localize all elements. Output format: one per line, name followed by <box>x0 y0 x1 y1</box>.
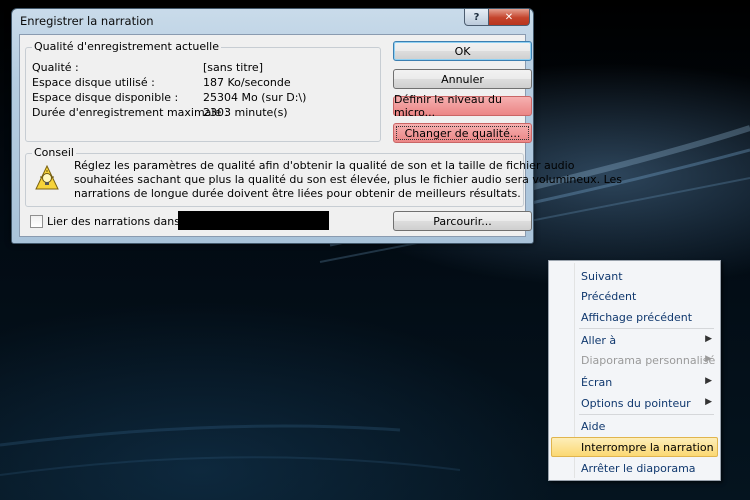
change-quality-button[interactable]: Changer de qualité... <box>393 123 532 143</box>
change-quality-label: Changer de qualité... <box>404 126 521 140</box>
link-narrations-checkbox[interactable] <box>30 215 43 228</box>
chevron-right-icon: ▶ <box>705 397 712 407</box>
dialog-title: Enregistrer la narration <box>20 14 154 28</box>
menu-item-end-show-label: Arrêter le diaporama <box>581 462 696 475</box>
menu-item-go-to-label: Aller à <box>581 334 617 347</box>
menu-separator <box>579 414 714 415</box>
quality-group-title: Qualité d'enregistrement actuelle <box>32 40 221 53</box>
tip-text-line1: Réglez les paramètres de qualité afin d'… <box>74 159 575 172</box>
menu-item-pointer-options[interactable]: Options du pointeur ▶ <box>551 393 718 413</box>
menu-item-next-label: Suivant <box>581 270 623 283</box>
menu-item-screen[interactable]: Écran ▶ <box>551 372 718 392</box>
browse-button[interactable]: Parcourir... <box>393 211 532 231</box>
set-mic-level-button[interactable]: Définir le niveau du micro... <box>393 93 532 119</box>
menu-item-end-show[interactable]: Arrêter le diaporama <box>551 458 718 478</box>
menu-item-pointer-options-label: Options du pointeur <box>581 397 691 410</box>
quality-group: Qualité d'enregistrement actuelle Qualit… <box>25 40 381 142</box>
chevron-right-icon: ▶ <box>705 334 712 344</box>
chevron-right-icon: ▶ <box>705 376 712 386</box>
record-narration-dialog: Enregistrer la narration ? ✕ Qualité d'e… <box>11 8 622 244</box>
lightbulb-icon <box>35 165 59 190</box>
quality-value: [sans titre] <box>203 61 263 74</box>
ok-button[interactable]: OK <box>393 41 532 61</box>
disk-used-label: Espace disque utilisé : <box>32 76 155 89</box>
menu-item-help-label: Aide <box>581 420 606 433</box>
menu-separator <box>579 328 714 329</box>
menu-item-previous[interactable]: Précédent <box>551 286 718 306</box>
disk-free-value: 25304 Mo (sur D:\) <box>203 91 307 104</box>
menu-item-go-to[interactable]: Aller à ▶ <box>551 330 718 350</box>
disk-used-value: 187 Ko/seconde <box>203 76 291 89</box>
menu-item-help[interactable]: Aide <box>551 416 718 436</box>
set-mic-level-label: Définir le niveau du micro... <box>394 93 503 119</box>
browse-button-label: Parcourir... <box>433 214 492 228</box>
link-narrations-label: Lier des narrations dans : <box>47 215 188 228</box>
menu-item-custom-show-label: Diaporama personnalisé <box>581 354 716 367</box>
menu-item-last-viewed[interactable]: Affichage précédent <box>551 307 718 327</box>
dialog-client-area: Qualité d'enregistrement actuelle Qualit… <box>19 34 622 237</box>
tip-group: Conseil Réglez les paramètres de qualité… <box>25 146 622 207</box>
tip-text-line2: souhaitées sachant que plus la qualité d… <box>74 173 623 186</box>
chevron-right-icon: ▶ <box>705 354 712 364</box>
menu-item-last-viewed-label: Affichage précédent <box>581 311 693 324</box>
menu-item-pause-narration-label: Interrompre la narration <box>581 441 714 454</box>
menu-item-custom-show: Diaporama personnalisé ▶ <box>551 350 718 370</box>
quality-label: Qualité : <box>32 61 79 74</box>
cancel-button-label: Annuler <box>441 72 484 86</box>
cancel-button[interactable]: Annuler <box>393 69 532 89</box>
menu-item-next[interactable]: Suivant <box>551 266 718 286</box>
redacted-path-field <box>178 211 329 230</box>
max-duration-label: Durée d'enregistrement maximale : <box>32 106 229 119</box>
slideshow-context-menu: Suivant Précédent Affichage précédent Al… <box>548 260 721 481</box>
disk-free-label: Espace disque disponible : <box>32 91 179 104</box>
max-duration-value: 2303 minute(s) <box>203 106 288 119</box>
menu-item-pause-narration[interactable]: Interrompre la narration <box>551 437 718 457</box>
close-button[interactable]: ✕ <box>488 9 530 26</box>
tip-text-line3: narrations de longue durée doivent être … <box>74 187 521 200</box>
help-button[interactable]: ? <box>464 9 489 26</box>
ok-button-label: OK <box>454 44 471 58</box>
menu-item-screen-label: Écran <box>581 376 613 389</box>
menu-item-previous-label: Précédent <box>581 290 637 303</box>
tip-group-title: Conseil <box>32 146 76 159</box>
